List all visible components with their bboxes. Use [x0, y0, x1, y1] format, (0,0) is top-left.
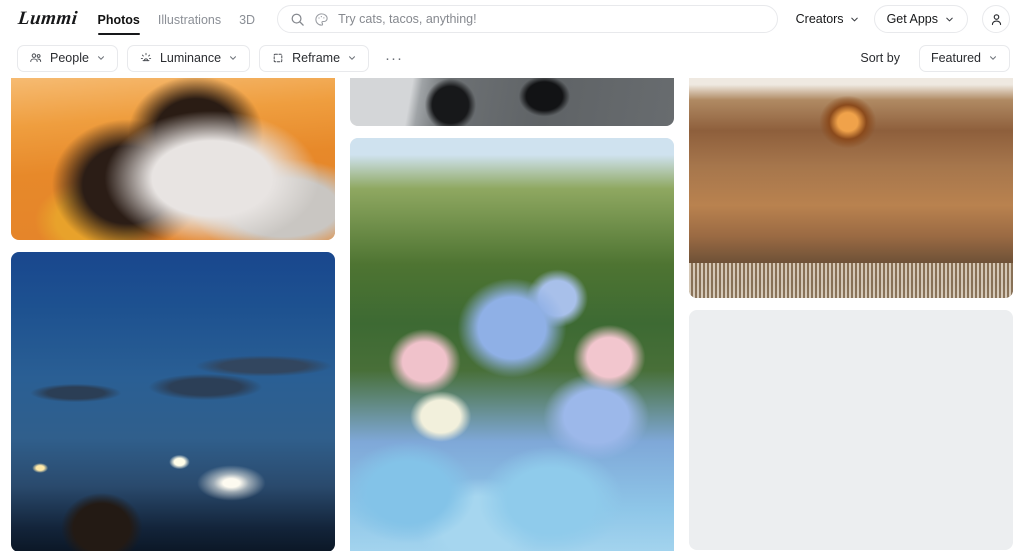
photo-card-white-flower-closeup[interactable]: [689, 310, 1013, 550]
search-area: [277, 5, 778, 33]
chevron-down-icon: [228, 53, 238, 63]
chevron-down-icon: [988, 53, 998, 63]
sort-by-value: Featured: [930, 51, 981, 65]
photo-blue-hydrangeas-garden: [350, 138, 674, 551]
chevron-down-icon: [944, 14, 955, 25]
photo-living-room-fireplace-interior: [689, 78, 1013, 298]
user-icon: [989, 12, 1004, 27]
header-actions: Creators Get Apps: [796, 5, 1010, 33]
search-input[interactable]: [338, 12, 765, 26]
grid-column-1: [11, 78, 335, 551]
filter-chip-people-label: People: [50, 51, 89, 65]
get-apps-button[interactable]: Get Apps: [873, 5, 968, 33]
filter-chip-luminance-label: Luminance: [159, 51, 222, 65]
filter-chip-reframe[interactable]: Reframe: [259, 44, 370, 72]
lummi-logo[interactable]: Lummi: [13, 8, 79, 30]
nav-item-photos[interactable]: Photos: [97, 3, 141, 36]
grid-column-2: [350, 78, 674, 551]
chevron-down-icon: [347, 53, 357, 63]
nav-item-illustrations-label: Illustrations: [157, 12, 222, 27]
photo-card-fireworks-crowd-night-sky[interactable]: [11, 252, 335, 551]
sort-by-label: Sort by: [860, 51, 900, 65]
filter-chip-luminance[interactable]: Luminance: [126, 44, 251, 72]
palette-icon[interactable]: [314, 12, 329, 27]
filter-chip-people[interactable]: People: [17, 44, 118, 72]
photo-card-black-shoes-on-asphalt[interactable]: [350, 78, 674, 126]
photo-card-couple-embracing-orange-wall[interactable]: [11, 78, 335, 240]
get-apps-label: Get Apps: [886, 12, 938, 26]
account-button[interactable]: [982, 5, 1010, 33]
crop-icon: [271, 51, 285, 65]
sun-icon: [139, 51, 153, 65]
nav-item-3d-label: 3D: [239, 12, 256, 27]
photo-black-shoes-on-asphalt: [350, 78, 674, 126]
sort-by-select[interactable]: Featured: [918, 44, 1010, 72]
photo-card-living-room-fireplace-interior[interactable]: [689, 78, 1013, 298]
people-icon: [29, 51, 43, 65]
chevron-down-icon: [849, 14, 860, 25]
filter-bar: People Luminance Reframe ··· Sort by Fea…: [0, 38, 1024, 78]
search-box[interactable]: [277, 5, 778, 33]
photo-couple-embracing-orange-wall: [11, 78, 335, 240]
photo-card-blue-hydrangeas-garden[interactable]: [350, 138, 674, 551]
more-filters-button[interactable]: ···: [382, 46, 406, 70]
nav-item-photos-label: Photos: [97, 12, 140, 27]
primary-nav: Photos Illustrations 3D: [97, 3, 255, 36]
grid-column-3: [689, 78, 1013, 551]
app-header: Lummi Photos Illustrations 3D Try cats, …: [0, 0, 1024, 38]
filter-chip-reframe-label: Reframe: [292, 51, 341, 65]
photo-fireworks-crowd-night-sky: [11, 252, 335, 551]
creators-menu[interactable]: Creators: [796, 12, 860, 26]
photo-grid: [0, 78, 1024, 551]
nav-item-illustrations[interactable]: Illustrations: [158, 3, 221, 36]
chevron-down-icon: [96, 53, 106, 63]
nav-item-3d[interactable]: 3D: [239, 3, 255, 36]
search-icon: [290, 12, 305, 27]
creators-label: Creators: [795, 12, 844, 26]
photo-white-flower-closeup: [689, 310, 1013, 550]
